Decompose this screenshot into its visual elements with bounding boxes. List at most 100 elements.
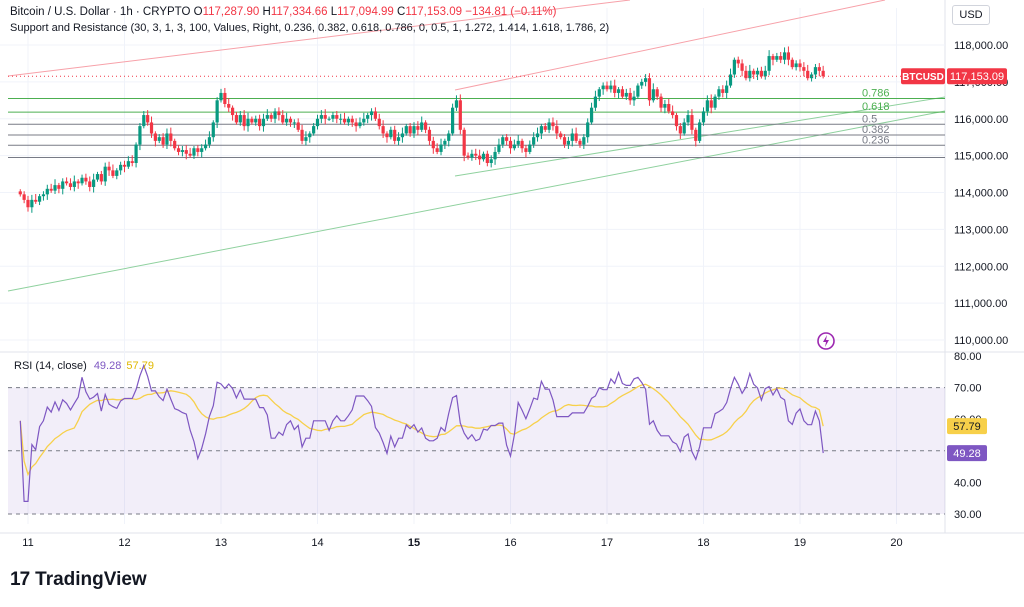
candle-body xyxy=(192,148,196,156)
candle-body xyxy=(458,100,462,130)
candle-body xyxy=(574,133,578,141)
candle-body xyxy=(717,89,721,97)
candle-body xyxy=(644,78,648,82)
time-tick-label: 14 xyxy=(311,537,323,549)
candle-body xyxy=(462,129,466,156)
candle-body xyxy=(138,126,142,145)
candle-body xyxy=(732,59,736,75)
support-trendline xyxy=(7,110,946,292)
candle-body xyxy=(389,129,393,138)
candle-body xyxy=(153,133,157,141)
rsi-value-tag-label: 49.28 xyxy=(953,448,981,460)
price-tick-label: 111,000.00 xyxy=(954,298,1007,310)
candle-body xyxy=(269,115,273,119)
rsi-legend[interactable]: RSI (14, close) 49.28 57.79 xyxy=(14,360,154,372)
time-tick-label: 16 xyxy=(504,537,516,549)
candle-body xyxy=(22,194,26,200)
time-tick-label: 17 xyxy=(601,537,613,549)
high-value: 117,334.66 xyxy=(270,6,328,18)
rsi-band xyxy=(8,387,945,515)
candle-body xyxy=(682,122,686,134)
currency-button[interactable]: USD xyxy=(952,5,990,25)
candle-body xyxy=(385,133,389,138)
candle-body xyxy=(651,89,655,101)
chart-header: Bitcoin / U.S. Dollar · 1h · CRYPTO O117… xyxy=(10,6,556,18)
tradingview-logo[interactable]: 17 TradingView xyxy=(10,569,147,591)
candle-body xyxy=(678,126,682,134)
alert-icon[interactable] xyxy=(816,331,836,351)
candle-body xyxy=(362,118,366,123)
candle-body xyxy=(80,177,84,184)
candle-body xyxy=(273,111,277,119)
last-price-label: 117,153.09 xyxy=(950,71,1004,83)
candle-body xyxy=(18,191,22,195)
change-value: −134.81 (−0.11%) xyxy=(465,6,557,18)
candle-body xyxy=(88,181,92,187)
candle-body xyxy=(215,100,219,123)
candle-body xyxy=(817,67,821,71)
price-tick-label: 115,000.00 xyxy=(954,151,1008,163)
candle-body xyxy=(242,115,246,127)
candle-body xyxy=(624,92,628,97)
candle-body xyxy=(219,92,223,101)
candle-body xyxy=(601,85,605,90)
candle-body xyxy=(296,122,300,130)
candle-body xyxy=(72,181,76,187)
candle-body xyxy=(49,188,53,191)
price-chart[interactable]: 0.7860.6180.50.3820.236 118,000.00117,00… xyxy=(0,0,1024,607)
price-tick-label: 114,000.00 xyxy=(954,188,1008,200)
candle-body xyxy=(238,115,242,123)
fib-levels: 0.7860.6180.50.3820.236 xyxy=(8,87,945,158)
candle-body xyxy=(173,140,177,149)
candle-body xyxy=(551,122,555,127)
candle-body xyxy=(698,122,702,141)
candle-body xyxy=(701,111,706,123)
candle-body xyxy=(586,122,590,138)
candle-body xyxy=(188,153,192,156)
candle-body xyxy=(674,115,679,127)
indicator-legend[interactable]: Support and Resistance (30, 3, 1, 3, 100… xyxy=(10,22,609,34)
candle-body xyxy=(68,183,73,187)
rsi-tick-label: 40.00 xyxy=(954,477,982,489)
candle-body xyxy=(566,140,570,145)
close-value: 117,153.09 xyxy=(405,6,463,18)
rsi-value: 49.28 xyxy=(93,360,122,372)
candle-body xyxy=(589,107,594,123)
candle-body xyxy=(740,63,744,71)
candle-body xyxy=(508,140,513,149)
candle-body xyxy=(647,78,652,101)
candle-body xyxy=(562,137,567,145)
candle-body xyxy=(230,107,235,116)
candle-body xyxy=(728,74,733,86)
price-tick-label: 112,000.00 xyxy=(954,261,1008,273)
candle-body xyxy=(373,111,377,119)
candle-body xyxy=(485,153,489,163)
candle-body xyxy=(300,129,304,141)
candle-body xyxy=(393,129,397,141)
candle-body xyxy=(609,85,613,90)
candle-body xyxy=(767,56,771,71)
candle-body xyxy=(250,118,254,123)
candle-body xyxy=(354,122,358,127)
candle-body xyxy=(327,118,331,120)
candle-body xyxy=(196,148,200,152)
candle-body xyxy=(99,174,103,182)
candle-body xyxy=(119,164,123,171)
candle-body xyxy=(122,164,127,167)
candle-body xyxy=(559,133,563,138)
candle-body xyxy=(65,181,69,184)
time-tick-label: 19 xyxy=(794,537,806,549)
candle-body xyxy=(616,89,621,93)
candle-body xyxy=(323,115,327,119)
brand-name: TradingView xyxy=(35,569,147,590)
candle-body xyxy=(319,115,323,119)
candle-body xyxy=(512,144,516,149)
candle-body xyxy=(597,89,601,97)
candle-body xyxy=(636,85,640,97)
candle-body xyxy=(620,89,625,97)
candle-body xyxy=(404,126,408,134)
candle-body xyxy=(632,96,636,101)
candle-body xyxy=(165,133,169,145)
candle-body xyxy=(555,126,559,134)
candle-body xyxy=(130,161,134,163)
